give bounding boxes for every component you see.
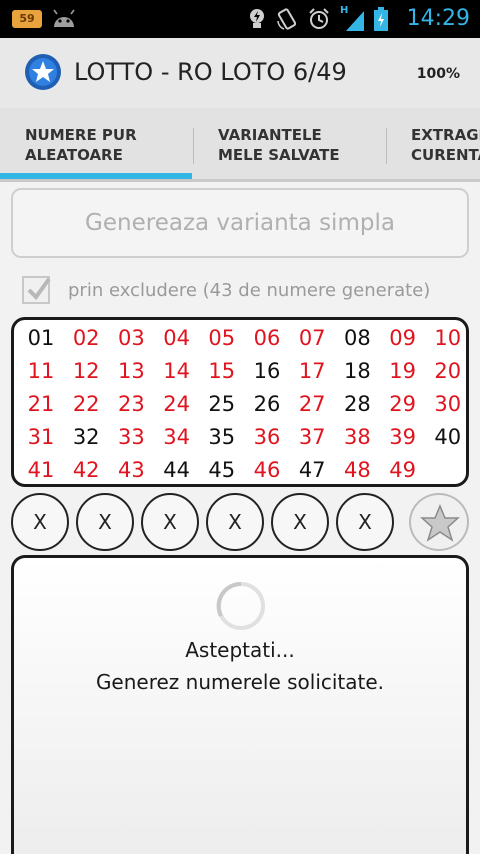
- lotto-number[interactable]: 46: [245, 458, 289, 482]
- lotto-number[interactable]: 08: [335, 326, 379, 350]
- percent-indicator: 100%: [416, 66, 460, 82]
- picked-number-slot[interactable]: X: [336, 493, 394, 551]
- tab-saved-variants[interactable]: VARIANTELE MELE SALVATE: [193, 108, 385, 179]
- lotto-number[interactable]: 15: [200, 359, 244, 383]
- picked-number-slot[interactable]: X: [76, 493, 134, 551]
- lotto-number[interactable]: 22: [64, 392, 108, 416]
- lotto-number[interactable]: 10: [426, 326, 470, 350]
- lotto-number[interactable]: 43: [109, 458, 153, 482]
- lotto-number[interactable]: 31: [19, 425, 63, 449]
- lotto-number[interactable]: 11: [19, 359, 63, 383]
- exclusion-option[interactable]: prin excludere (43 de numere generate): [22, 275, 430, 305]
- lotto-number[interactable]: 12: [64, 359, 108, 383]
- lotto-number[interactable]: 29: [381, 392, 425, 416]
- lotto-number[interactable]: 13: [109, 359, 153, 383]
- generate-simple-variant-button[interactable]: Genereaza varianta simpla: [11, 188, 469, 258]
- tab-bar: NUMERE PUR ALEATOARE VARIANTELE MELE SAL…: [0, 108, 480, 182]
- app-logo-icon: [25, 54, 61, 90]
- picked-number-slot[interactable]: X: [271, 493, 329, 551]
- lotto-number[interactable]: 38: [335, 425, 379, 449]
- lotto-number[interactable]: 32: [64, 425, 108, 449]
- lotto-number[interactable]: 16: [245, 359, 289, 383]
- lotto-number[interactable]: 48: [335, 458, 379, 482]
- lotto-number[interactable]: 01: [19, 326, 63, 350]
- lotto-number[interactable]: 44: [155, 458, 199, 482]
- selected-tab-indicator: [0, 173, 192, 179]
- lotto-number[interactable]: 05: [200, 326, 244, 350]
- lotto-number[interactable]: 02: [64, 326, 108, 350]
- lotto-number[interactable]: 09: [381, 326, 425, 350]
- picked-numbers-row: XXXXXX: [11, 493, 469, 551]
- lotto-number[interactable]: 26: [245, 392, 289, 416]
- rotation-icon: [277, 8, 297, 30]
- lotto-number[interactable]: 49: [381, 458, 425, 482]
- lotto-number[interactable]: 20: [426, 359, 470, 383]
- lotto-number[interactable]: 19: [381, 359, 425, 383]
- save-favorite-button[interactable]: [409, 493, 469, 551]
- battery-charging-icon: [374, 7, 388, 31]
- clock: 14:29: [406, 6, 470, 31]
- lotto-number[interactable]: 36: [245, 425, 289, 449]
- checkmark-icon: [27, 277, 51, 301]
- lotto-number[interactable]: 47: [290, 458, 334, 482]
- notification-badge: 59: [12, 10, 42, 28]
- lotto-number[interactable]: 24: [155, 392, 199, 416]
- alarm-icon: [309, 8, 329, 29]
- tab-random-numbers[interactable]: NUMERE PUR ALEATOARE: [0, 108, 192, 179]
- lotto-number[interactable]: 07: [290, 326, 334, 350]
- lotto-number[interactable]: 27: [290, 392, 334, 416]
- app-title: LOTTO - RO LOTO 6/49: [74, 58, 347, 86]
- lotto-number[interactable]: 04: [155, 326, 199, 350]
- lotto-number[interactable]: 30: [426, 392, 470, 416]
- lotto-number[interactable]: 40: [426, 425, 470, 449]
- lotto-number[interactable]: 23: [109, 392, 153, 416]
- exclusion-checkbox[interactable]: [22, 276, 51, 304]
- lotto-number[interactable]: 37: [290, 425, 334, 449]
- android-icon: [53, 9, 75, 27]
- signal-icon: H: [340, 5, 364, 31]
- exclusion-label: prin excludere (43 de numere generate): [68, 279, 431, 301]
- lotto-number[interactable]: 25: [200, 392, 244, 416]
- lotto-number[interactable]: 42: [64, 458, 108, 482]
- tab-current-draw[interactable]: EXTRAGE CURENTA: [386, 108, 480, 179]
- picked-number-slot[interactable]: X: [141, 493, 199, 551]
- picked-number-slot[interactable]: X: [206, 493, 264, 551]
- lotto-number[interactable]: 34: [155, 425, 199, 449]
- bulb-icon: [250, 9, 264, 28]
- result-panel: Asteptati... Generez numerele solicitate…: [11, 555, 469, 854]
- star-icon: [420, 504, 460, 542]
- status-bar: 59 H 14:29: [0, 0, 480, 38]
- lotto-number[interactable]: 21: [19, 392, 63, 416]
- status-message-generating: Generez numerele solicitate.: [95, 670, 385, 694]
- lotto-number[interactable]: 39: [381, 425, 425, 449]
- lotto-number[interactable]: 28: [335, 392, 379, 416]
- number-grid: 01 02 03 04 05 06 07 08 09 10 11 12 13 14 15 16 17 18 19 20…: [11, 317, 469, 487]
- lotto-number[interactable]: 45: [200, 458, 244, 482]
- action-bar: LOTTO - RO LOTO 6/49 100%: [0, 38, 480, 108]
- status-message-wait: Asteptati...: [185, 638, 295, 662]
- lotto-number[interactable]: 03: [109, 326, 153, 350]
- picked-number-slot[interactable]: X: [11, 493, 69, 551]
- lotto-number[interactable]: 33: [109, 425, 153, 449]
- lotto-number[interactable]: 14: [155, 359, 199, 383]
- lotto-number[interactable]: 41: [19, 458, 63, 482]
- lotto-number[interactable]: 18: [335, 359, 379, 383]
- lotto-number[interactable]: 17: [290, 359, 334, 383]
- lotto-number[interactable]: 35: [200, 425, 244, 449]
- lotto-number[interactable]: 06: [245, 326, 289, 350]
- loading-spinner-icon: [216, 581, 265, 630]
